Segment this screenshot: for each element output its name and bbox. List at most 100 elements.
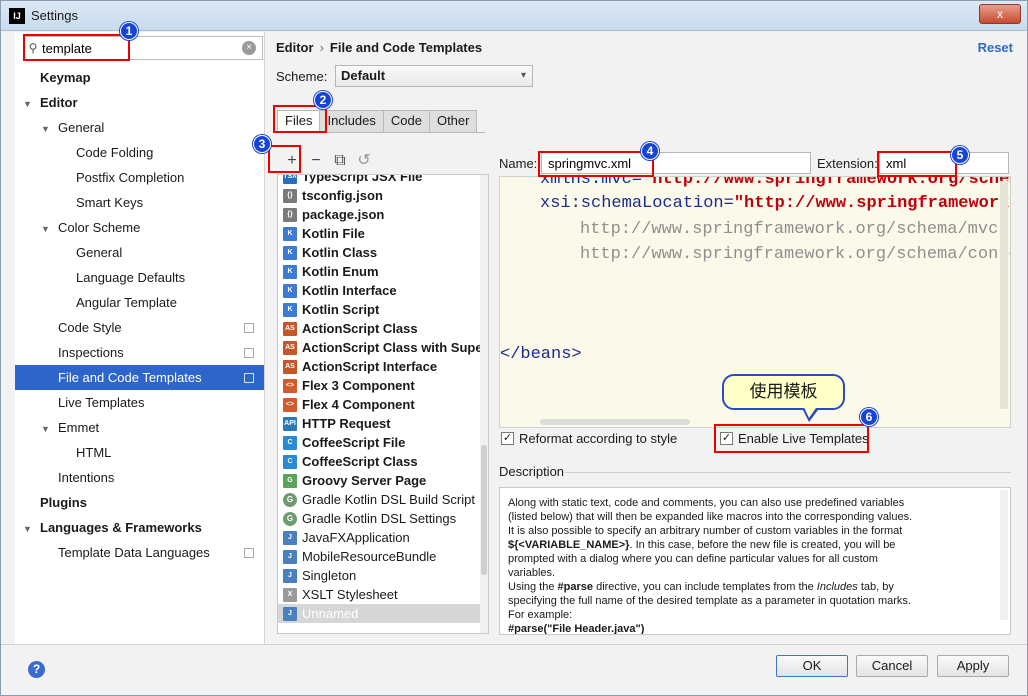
reformat-option[interactable]: ✓ Reformat according to style [501, 431, 677, 446]
template-list-item[interactable]: K Kotlin Interface [278, 281, 488, 300]
template-name: Flex 3 Component [302, 378, 415, 393]
template-list-item[interactable]: AS ActionScript Interface [278, 357, 488, 376]
scheme-value: Default [341, 68, 386, 83]
breadcrumb: Editor › File and Code Templates [276, 40, 482, 55]
reset-link[interactable]: Reset [978, 40, 1013, 55]
tree-item-emmet[interactable]: ▼ Emmet [15, 415, 264, 440]
tree-item-label: Live Templates [58, 395, 145, 410]
file-type-icon: K [283, 245, 297, 260]
template-list-item[interactable]: C CoffeeScript File [278, 433, 488, 452]
template-list-item[interactable]: G Gradle Kotlin DSL Build Script [278, 490, 488, 509]
scheme-dropdown[interactable]: Default ▾ [335, 65, 533, 87]
list-scrollbar[interactable] [480, 175, 488, 633]
expand-arrow-icon[interactable]: ▼ [23, 92, 35, 117]
tree-item-languages-frameworks[interactable]: ▼ Languages & Frameworks [15, 515, 264, 540]
expand-arrow-icon[interactable]: ▼ [23, 517, 35, 542]
template-list-item[interactable]: <> Flex 4 Component [278, 395, 488, 414]
template-list-item[interactable]: K Kotlin File [278, 224, 488, 243]
editor-scrollbar[interactable] [1000, 181, 1008, 409]
help-icon[interactable]: ? [28, 661, 45, 678]
tree-item-language-defaults[interactable]: Language Defaults [15, 265, 264, 290]
tree-item-smart-keys[interactable]: Smart Keys [15, 190, 264, 215]
tree-item-general[interactable]: General [15, 240, 264, 265]
tree-item-plugins[interactable]: Plugins [15, 490, 264, 515]
clear-search-icon[interactable]: × [242, 41, 256, 55]
template-list-item[interactable]: J Singleton [278, 566, 488, 585]
annotation-badge-4: 4 [641, 142, 659, 160]
template-name: Kotlin File [302, 226, 365, 241]
tab-other[interactable]: Other [428, 110, 478, 132]
description-panel: Along with static text, code and comment… [499, 487, 1011, 635]
remove-template-icon[interactable]: − [306, 151, 326, 171]
file-type-icon: J [283, 606, 297, 621]
tree-item-label: Postfix Completion [76, 170, 185, 185]
tree-item-general[interactable]: ▼ General [15, 115, 264, 140]
description-text: Using the #parse directive, you can incl… [508, 581, 894, 593]
reset-template-icon[interactable]: ↺ [354, 151, 374, 171]
template-list-item[interactable]: G Gradle Kotlin DSL Settings [278, 509, 488, 528]
file-type-icon: AS [283, 321, 297, 336]
template-list-item[interactable]: X XSLT Stylesheet [278, 585, 488, 604]
template-list-item[interactable]: TSX TypeScript JSX File [278, 175, 488, 186]
cancel-button[interactable]: Cancel [856, 655, 928, 677]
tree-item-code-folding[interactable]: Code Folding [15, 140, 264, 165]
tab-code[interactable]: Code [382, 110, 430, 132]
template-name: HTTP Request [302, 416, 391, 431]
template-list-item[interactable]: J Unnamed [278, 604, 488, 623]
tree-item-html[interactable]: HTML [15, 440, 264, 465]
template-list-item[interactable]: C CoffeeScript Class [278, 452, 488, 471]
description-scrollbar[interactable] [1000, 490, 1008, 620]
template-list-item[interactable]: {} tsconfig.json [278, 186, 488, 205]
annotation-box-extension [877, 151, 957, 177]
reformat-checkbox[interactable]: ✓ [501, 432, 514, 445]
window-title: Settings [31, 8, 78, 23]
expand-arrow-icon[interactable]: ▼ [41, 217, 53, 242]
template-list-item[interactable]: AS ActionScript Class with Supers [278, 338, 488, 357]
tree-item-label: Intentions [58, 470, 115, 485]
file-type-icon: J [283, 568, 297, 583]
description-text: Along with static text, code and comment… [508, 497, 905, 509]
copy-template-icon[interactable]: ⧉ [330, 151, 350, 171]
tree-item-intentions[interactable]: Intentions [15, 465, 264, 490]
tree-item-color-scheme[interactable]: ▼ Color Scheme [15, 215, 264, 240]
breadcrumb-separator: › [319, 40, 324, 55]
template-list-item[interactable]: G Groovy Server Page [278, 471, 488, 490]
tree-item-angular-template[interactable]: Angular Template [15, 290, 264, 315]
template-list-item[interactable]: <> Flex 3 Component [278, 376, 488, 395]
editor-hscrollbar[interactable] [540, 419, 690, 425]
tree-item-code-style[interactable]: Code Style [15, 315, 264, 340]
template-list-item[interactable]: K Kotlin Script [278, 300, 488, 319]
tree-item-label: Plugins [40, 495, 87, 510]
tree-item-editor[interactable]: ▼ Editor [15, 90, 264, 115]
template-list-item[interactable]: K Kotlin Enum [278, 262, 488, 281]
template-list-item[interactable]: J MobileResourceBundle [278, 547, 488, 566]
annotation-badge-2: 2 [314, 91, 332, 109]
template-name: ActionScript Class [302, 321, 418, 336]
tree-item-live-templates[interactable]: Live Templates [15, 390, 264, 415]
description-text: variables. [508, 567, 556, 579]
tree-item-keymap[interactable]: Keymap [15, 65, 264, 90]
tree-item-label: Code Style [58, 320, 122, 335]
settings-tree-panel: ⚲ × Keymap▼Editor▼GeneralCode FoldingPos… [15, 32, 265, 644]
ok-button[interactable]: OK [776, 655, 848, 677]
template-list-item[interactable]: K Kotlin Class [278, 243, 488, 262]
code-line: </beans> [500, 345, 582, 364]
tree-item-postfix-completion[interactable]: Postfix Completion [15, 165, 264, 190]
template-list-item[interactable]: J JavaFXApplication [278, 528, 488, 547]
expand-arrow-icon[interactable]: ▼ [41, 117, 53, 142]
tree-item-label: Inspections [58, 345, 124, 360]
template-list-item[interactable]: {} package.json [278, 205, 488, 224]
expand-arrow-icon[interactable]: ▼ [41, 417, 53, 442]
template-list-item[interactable]: API HTTP Request [278, 414, 488, 433]
template-list-item[interactable]: AS ActionScript Class [278, 319, 488, 338]
tree-item-template-data-languages[interactable]: Template Data Languages [15, 540, 264, 565]
tree-item-file-and-code-templates[interactable]: File and Code Templates [15, 365, 264, 390]
apply-button[interactable]: Apply [937, 655, 1009, 677]
tab-includes[interactable]: Includes [319, 110, 384, 132]
file-type-icon: <> [283, 397, 297, 412]
annotation-box-search [23, 34, 130, 61]
close-button[interactable]: x [979, 4, 1021, 24]
tree-item-inspections[interactable]: Inspections [15, 340, 264, 365]
list-scroll-thumb[interactable] [481, 445, 487, 575]
annotation-badge-3: 3 [253, 135, 271, 153]
